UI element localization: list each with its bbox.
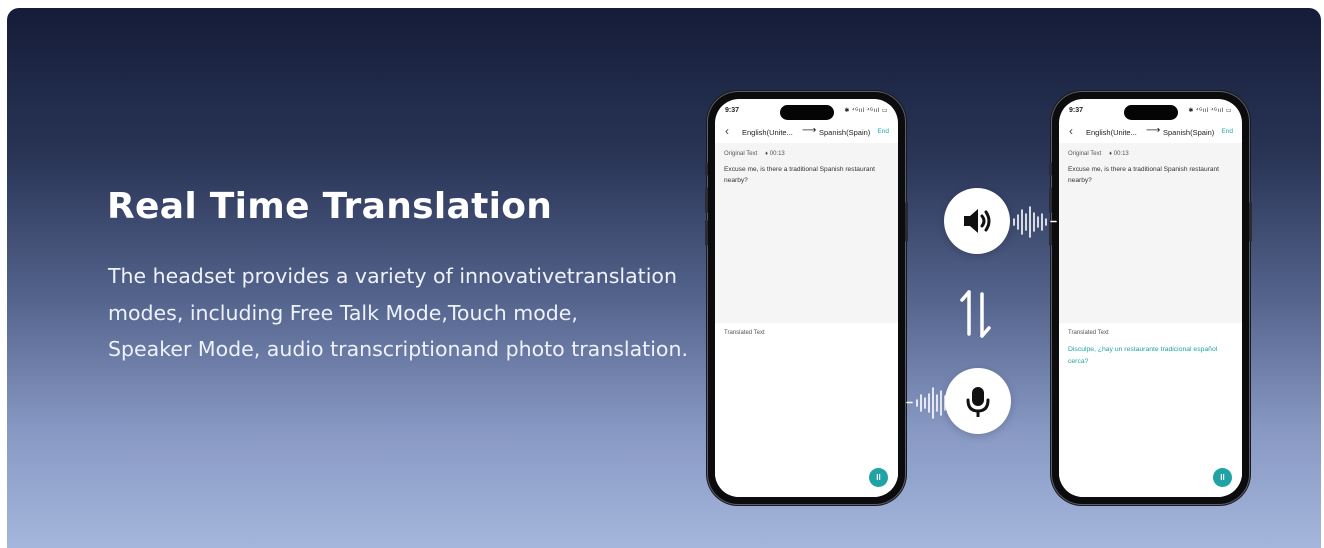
recording-timer: ♦ 00:13 [765,151,785,157]
original-text: Excuse me, is there a traditional Spanis… [1068,166,1220,184]
source-language-selector[interactable]: English(Unite... [742,128,793,137]
end-button[interactable]: End [877,128,889,135]
phone-screen: 9:37 ✱ ⁴ᴳııl ⁴ᴳııl ▭ ‹ English(Unite... … [1059,99,1242,497]
status-icons: ✱ ⁴ᴳııl ⁴ᴳııl ▭ [1188,108,1232,114]
microphone-icon [945,368,1011,434]
microphone-icon-glyph [966,387,990,417]
dynamic-island [1123,105,1178,120]
phone-mockup-right: 9:37 ✱ ⁴ᴳııl ⁴ᴳııl ▭ ‹ English(Unite... … [1049,92,1252,504]
hero-description-line: modes, including Free Talk Mode,Touch mo… [108,300,578,325]
status-time: 9:37 [725,107,740,114]
pause-button[interactable]: II [1213,468,1232,487]
arrow-right-icon: ⟶ [1146,125,1161,136]
status-time: 9:37 [1069,107,1084,114]
translated-text-panel: Translated Text Disculpe, ¿hay un restau… [1059,323,1242,497]
translated-text-panel: Translated Text II [715,323,898,497]
translation-nav-bar: ‹ English(Unite... ⟶ Spanish(Spain) End [715,124,898,141]
phone-side-button [705,187,708,213]
back-icon[interactable]: ‹ [1069,124,1073,138]
phone-side-button [705,220,708,246]
target-language-selector[interactable]: Spanish(Spain) [1163,128,1214,137]
phone-mockup-left: 9:37 ✱ ⁴ᴳııl ⁴ᴳııl ▭ ‹ English(Unite... … [705,92,908,504]
hero-description-line: Speaker Mode, audio transcriptionand pho… [108,337,688,361]
sound-wave-icon [1013,206,1057,238]
arrow-right-icon: ⟶ [802,125,817,136]
source-language-selector[interactable]: English(Unite... [1086,128,1137,137]
swap-arrows-icon [960,290,991,338]
hero-title: Real Time Translation [107,186,553,227]
original-text-label: Original Text [1068,151,1102,157]
recording-timer: ♦ 00:13 [1109,151,1129,157]
original-text-panel: Original Text ♦ 00:13 Excuse me, is ther… [1059,143,1242,323]
original-text-panel: Original Text ♦ 00:13 Excuse me, is ther… [715,143,898,323]
status-icons: ✱ ⁴ᴳııl ⁴ᴳııl ▭ [844,108,888,114]
translated-text: Disculpe, ¿hay un restaurante tradiciona… [1068,346,1218,365]
translated-text-label: Translated Text [1068,330,1109,336]
translation-nav-bar: ‹ English(Unite... ⟶ Spanish(Spain) End [1059,124,1242,141]
phone-side-button [705,162,708,176]
pause-button[interactable]: II [869,468,888,487]
hero-description: The headset provides a variety of innova… [108,258,688,368]
phone-side-button [905,202,908,242]
speaker-icon [944,188,1010,254]
translated-text-label: Translated Text [724,330,765,336]
speaker-icon-glyph [964,209,991,233]
original-text-label: Original Text [724,151,758,157]
target-language-selector[interactable]: Spanish(Spain) [819,128,870,137]
dynamic-island [779,105,834,120]
phone-side-button [1049,162,1052,176]
hero-description-line: The headset provides a variety of innova… [108,264,677,288]
original-text: Excuse me, is there a traditional Spanis… [724,166,876,184]
back-icon[interactable]: ‹ [725,124,729,138]
phone-side-button [1249,202,1252,242]
phone-screen: 9:37 ✱ ⁴ᴳııl ⁴ᴳııl ▭ ‹ English(Unite... … [715,99,898,497]
end-button[interactable]: End [1221,128,1233,135]
